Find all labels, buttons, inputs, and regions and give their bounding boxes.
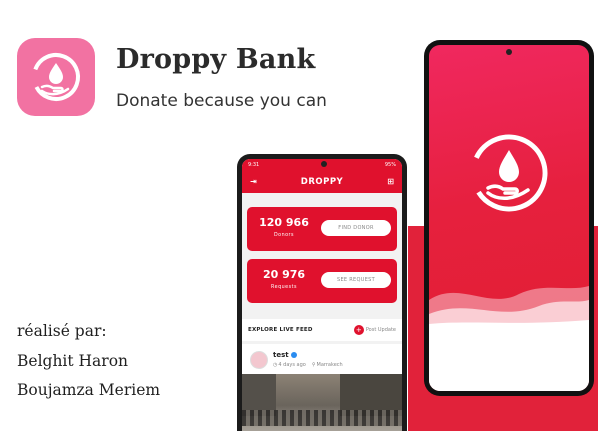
camera-hole: [321, 161, 327, 167]
blood-drop-hand-icon: [32, 53, 80, 101]
verified-icon: [290, 352, 297, 358]
plus-icon: +: [353, 325, 364, 335]
phone-screen: 9:31 95% ⇥ DROPPY ⊞ 120 966 Donors FIND …: [242, 159, 402, 431]
wave-decoration: [429, 286, 589, 391]
blood-drop-hand-logo-icon: [470, 134, 548, 212]
add-icon[interactable]: ⊞: [387, 178, 394, 186]
app-bar: ⇥ DROPPY ⊞: [242, 171, 402, 193]
credits-label: réalisé par:: [17, 322, 107, 340]
post-meta: ◷ 4 days ago ⚲ Marrakech: [273, 362, 343, 368]
status-battery: 95%: [384, 162, 396, 168]
post-time: 4 days ago: [278, 362, 306, 368]
author-name: Boujamza Meriem: [17, 381, 161, 399]
clock-icon: ◷: [273, 362, 278, 368]
post-author-name: test: [273, 351, 289, 359]
photo-people-queue: [242, 410, 402, 426]
post-update-label: Post Update: [365, 327, 396, 333]
logout-icon[interactable]: ⇥: [250, 178, 257, 186]
requests-card: 20 976 Requests SEE REQUEST: [247, 259, 397, 303]
donors-count: 120 966: [259, 216, 309, 229]
app-icon: [17, 38, 95, 116]
phone-mockup-large: [424, 40, 594, 396]
feed-post[interactable]: test ◷ 4 days ago ⚲ Marrakech: [242, 344, 402, 431]
camera-hole: [506, 49, 512, 55]
find-donor-button[interactable]: FIND DONOR: [321, 220, 391, 236]
donors-label: Donors: [273, 233, 295, 238]
credits: réalisé par: Belghit Haron Boujamza Meri…: [17, 317, 160, 406]
post-location: Marrakech: [316, 362, 343, 368]
splash-screen: [429, 45, 589, 391]
see-request-button[interactable]: SEE REQUEST: [321, 272, 391, 288]
phone-mockup-small: 9:31 95% ⇥ DROPPY ⊞ 120 966 Donors FIND …: [237, 154, 407, 431]
avatar: [250, 351, 268, 369]
donors-card: 120 966 Donors FIND DONOR: [247, 207, 397, 251]
requests-label: Requests: [271, 285, 297, 290]
post-update-button[interactable]: + Post Update: [353, 325, 396, 335]
app-title: Droppy Bank: [116, 44, 316, 75]
live-feed-title: EXPLORE LIVE FEED: [248, 327, 313, 333]
app-bar-title: DROPPY: [300, 177, 344, 187]
app-tagline: Donate because you can: [116, 91, 327, 111]
post-author: test: [273, 351, 297, 359]
author-name: Belghit Haron: [17, 351, 129, 370]
live-feed-header: EXPLORE LIVE FEED + Post Update: [242, 319, 402, 341]
post-photo: [242, 374, 402, 431]
requests-count: 20 976: [262, 268, 306, 281]
location-icon: ⚲: [311, 362, 316, 368]
status-time: 9:31: [248, 162, 260, 168]
